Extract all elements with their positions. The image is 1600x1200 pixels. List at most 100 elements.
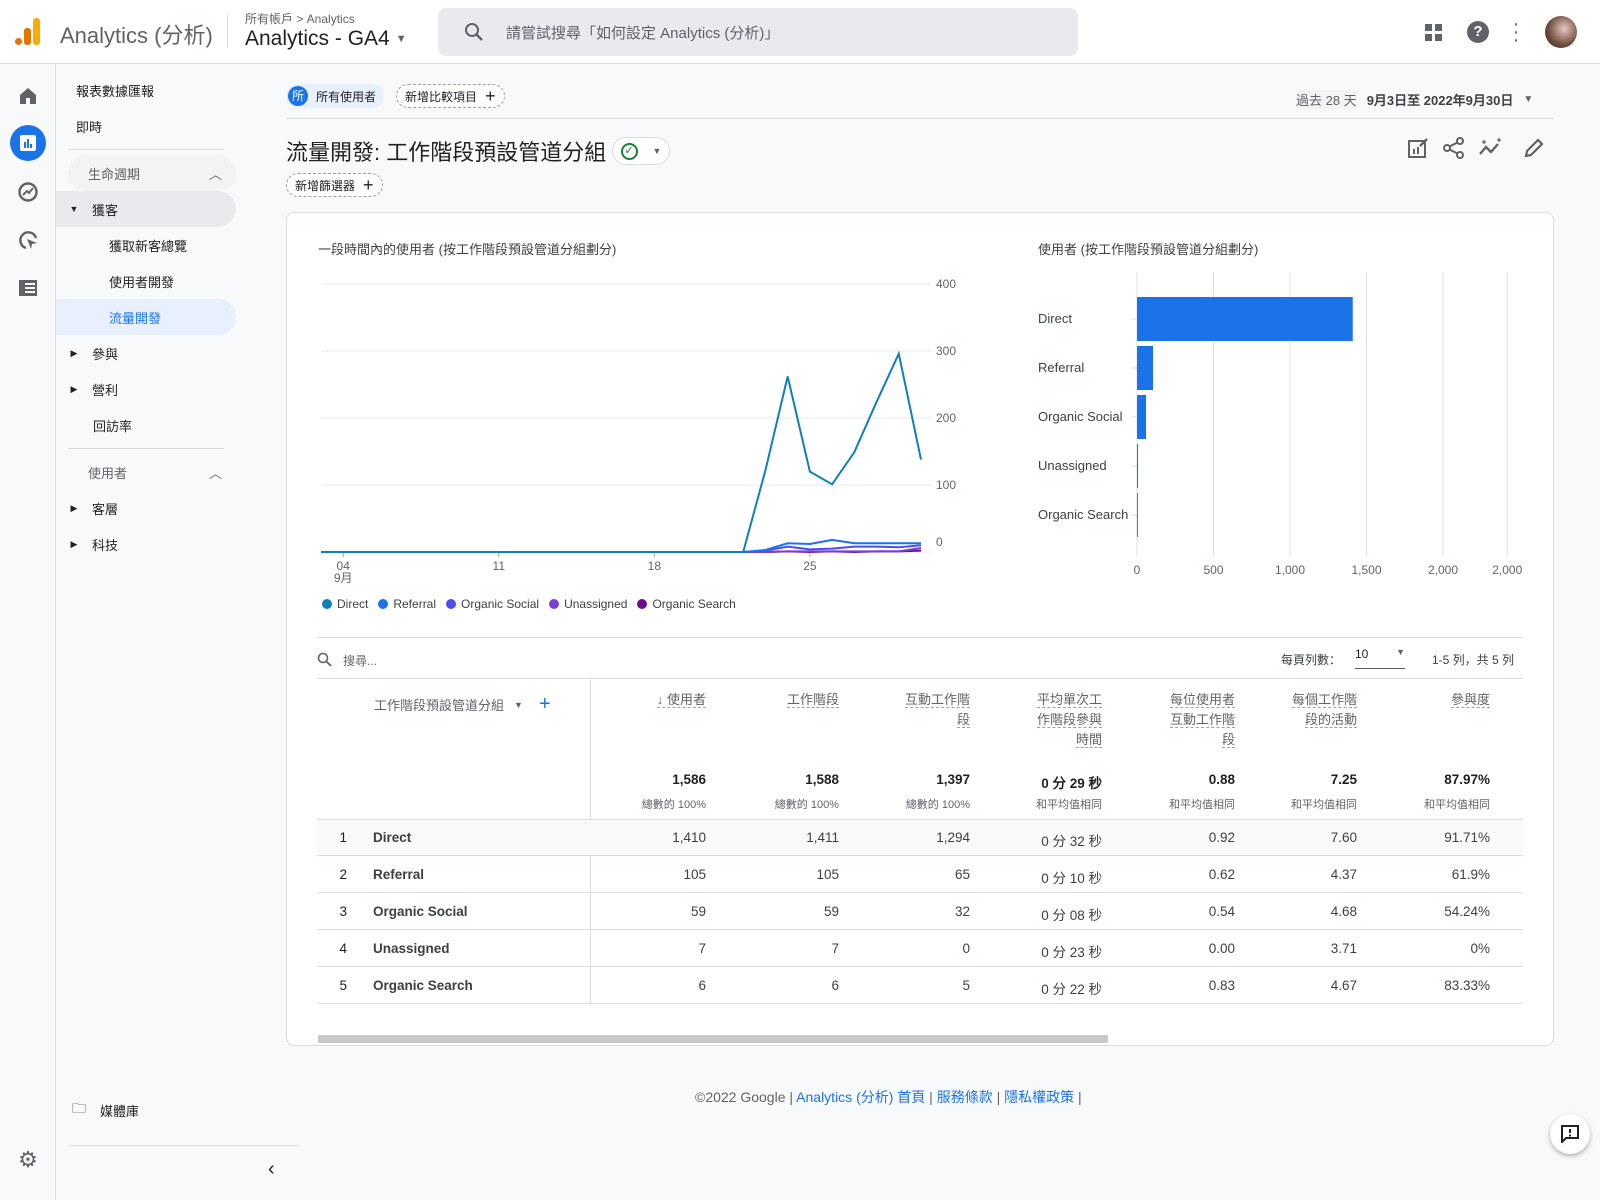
nav-section-lifecycle[interactable]: 生命週期 ︿ [68,155,236,191]
nav-engagement[interactable]: ▶ 參與 [56,335,236,371]
line-chart: 0100200300400049月11 18 25 [321,277,956,585]
search-bar[interactable]: 請嘗試搜尋「如何設定 Analytics (分析)」 [438,8,1078,56]
nav-retention[interactable]: 回訪率 [56,407,236,443]
nav-reports-snapshot[interactable]: 報表數據匯報 [56,72,236,108]
search-placeholder: 請嘗試搜尋「如何設定 Analytics (分析)」 [506,24,780,42]
nav-label: 營利 [92,382,119,398]
bar-organic-search[interactable] [1137,493,1138,537]
add-filter-button[interactable]: 新增篩選器 + [286,173,383,197]
avatar[interactable] [1545,16,1577,48]
nav-demographics[interactable]: ▶ 客層 [56,490,236,526]
report-status-dropdown[interactable]: ✓ ▼ [612,137,670,165]
analytics-home-link[interactable]: Analytics (分析) 首頁 [796,1089,925,1105]
caret-down-icon: ▼ [1396,647,1405,657]
divider [286,118,1554,119]
header-label-line: 時間 [1075,732,1102,748]
table-cell: 4.67 [1330,978,1357,993]
column-header[interactable]: 工作階段 [729,690,839,710]
customize-report-icon[interactable] [1407,137,1429,159]
series-line-referral[interactable] [321,538,921,553]
legend-label: Organic Search [652,597,736,611]
legend-swatch [446,599,457,609]
divider [68,448,224,449]
edit-pencil-icon[interactable] [1523,137,1545,159]
y-tick-label: 400 [936,277,956,291]
nav-library[interactable]: 🗀 媒體庫 [56,1092,236,1128]
separator: | [1078,1089,1082,1105]
table-cell: 61.9% [1451,867,1490,882]
privacy-link[interactable]: 隱私權政策 [1004,1089,1074,1105]
series-line-direct[interactable] [321,350,922,553]
nav-user-acquisition[interactable]: 使用者開發 [56,263,236,299]
column-header[interactable]: 互動工作階段 [860,690,970,730]
add-dimension-plus-icon[interactable]: + [539,693,551,716]
apps-icon[interactable] [1425,24,1443,42]
nav-section-user[interactable]: 使用者 ︿ [68,454,236,490]
settings-gear-icon[interactable]: ⚙ [10,1142,46,1178]
nav-monetization[interactable]: ▶ 營利 [56,371,236,407]
column-header[interactable]: 每位使用者 互動工作階段 [1125,690,1235,750]
column-header[interactable]: 平均單次工 作階段參與 時間 [992,690,1102,750]
date-range-picker[interactable]: 過去 28 天 9月3日至 2022年9月30日 ▼ [1296,90,1533,109]
column-header[interactable]: 參與度 [1380,690,1490,710]
help-icon[interactable]: ? [1467,21,1489,43]
table-cell: 0.62 [1208,867,1235,882]
breadcrumb[interactable]: 所有帳戶 > Analytics [245,10,355,27]
table-cell: 59 [690,904,706,919]
horizontal-scrollbar[interactable] [318,1035,1108,1043]
x-tick-label: 2,000 [1428,563,1458,577]
column-header[interactable]: ↓ 使用者 [596,690,706,710]
date-range: 9月3日至 2022年9月30日 [1366,93,1514,108]
bar-referral[interactable] [1137,346,1154,390]
bar-organic-social[interactable] [1137,395,1147,439]
advertising-icon[interactable] [10,222,46,258]
button-label: 新增篩選器 [295,178,356,193]
column-header[interactable]: 每個工作階 段的活動 [1247,690,1357,730]
chevron-up-icon: ︿ [208,465,222,481]
rows-per-page-select[interactable]: 10 ▼ [1355,647,1405,669]
explore-icon[interactable] [10,174,46,210]
legend-item[interactable]: Direct [322,597,368,611]
header-label-line: 段 [1221,732,1235,748]
nav-tech[interactable]: ▶ 科技 [56,526,236,562]
caret-down-icon: ▼ [395,33,407,45]
collapse-chevron-icon[interactable]: ‹ [268,1158,275,1181]
nav-realtime[interactable]: 即時 [56,108,236,144]
x-tick-label: 2,000 [1492,563,1522,577]
line-chart-title: 一段時間內的使用者 (按工作階段預設管道分組劃分) [318,242,617,257]
bar-unassigned[interactable] [1137,444,1139,488]
legend-item[interactable]: Organic Search [637,597,736,611]
caret-right-icon: ▶ [70,538,78,549]
more-vert-icon[interactable]: · · · [1512,14,1520,50]
bar-direct[interactable] [1137,297,1353,341]
dimension-header[interactable]: 工作階段預設管道分組 ▼ + [374,693,551,716]
legend-item[interactable]: Organic Social [446,597,539,611]
nav-traffic-acquisition[interactable]: 流量開發 [56,299,236,335]
segment-chip[interactable]: 所所有使用者 [286,84,385,108]
plus-icon: + [363,174,374,195]
table-search-input[interactable]: 搜尋... [317,648,617,672]
legend-item[interactable]: Referral [378,597,436,611]
home-icon[interactable] [10,78,46,114]
terms-link[interactable]: 服務條款 [937,1089,993,1105]
reports-icon[interactable] [10,125,46,161]
date-preset: 過去 28 天 [1296,90,1357,109]
share-icon[interactable] [1443,137,1465,159]
bar-chart: 0 500 1,000 1,500 2,000 2,000 Direct Referral Or… [1038,272,1523,577]
nav-acquisition[interactable]: ▼ 獲客 [56,191,236,227]
property-selector[interactable]: Analytics - GA4 ▼ [245,27,407,51]
channel-name: Direct [373,830,412,845]
feedback-button[interactable] [1550,1114,1590,1154]
table-cell: 59 [823,904,839,919]
legend-item[interactable]: Unassigned [549,597,627,611]
configure-icon[interactable] [10,270,46,306]
insights-icon[interactable] [1479,137,1503,159]
table-cell: 91.71% [1444,830,1490,845]
nav-acquisition-overview[interactable]: 獲取新客總覽 [56,227,236,263]
table-cell: 1,411 [806,830,839,845]
table-cell: 0% [1470,941,1490,956]
column-total: 1,588 [805,772,839,787]
x-tick-sublabel: 9月 [334,571,353,585]
table-cell: 6 [698,978,706,993]
add-comparison-button[interactable]: 新增比較項目 + [396,84,505,108]
